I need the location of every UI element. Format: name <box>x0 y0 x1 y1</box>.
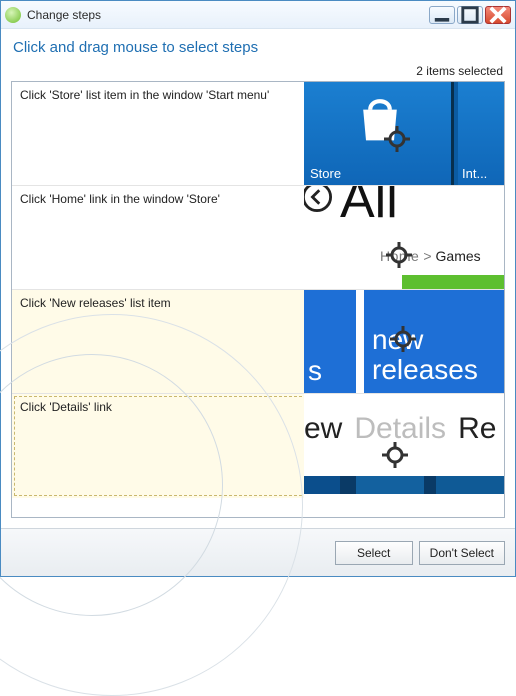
step-thumbnail: All Home > Games <box>304 186 504 289</box>
client-area: Click and drag mouse to select steps 2 i… <box>1 29 515 528</box>
target-crosshair-icon <box>382 442 408 468</box>
step-description: Click 'Home' link in the window 'Store' <box>12 186 304 289</box>
step-row[interactable]: Click 'Store' list item in the window 'S… <box>12 82 504 186</box>
target-crosshair-icon <box>386 242 412 268</box>
target-crosshair-icon <box>384 126 410 152</box>
target-crosshair-icon <box>390 326 416 352</box>
text-fragment-ew: ew <box>304 412 342 446</box>
breadcrumb-games: Games <box>436 248 481 264</box>
footer: Select Don't Select <box>1 528 515 576</box>
step-row[interactable]: Click 'Details' link ew Details Re <box>12 394 504 498</box>
window-title: Change steps <box>27 8 429 22</box>
select-button[interactable]: Select <box>335 541 413 565</box>
change-steps-window: Change steps Click and drag mouse to sel… <box>0 0 516 577</box>
instruction-text: Click and drag mouse to select steps <box>11 37 505 64</box>
green-bar <box>402 275 504 289</box>
thumbnail-bottom-strip <box>304 476 504 494</box>
step-description: Click 'Store' list item in the window 'S… <box>12 82 304 185</box>
selection-count: 2 items selected <box>11 64 505 81</box>
step-thumbnail: Store Int... <box>304 82 504 185</box>
text-fragment-re: Re <box>458 412 496 446</box>
titlebar[interactable]: Change steps <box>1 1 515 29</box>
step-row[interactable]: Click 'New releases' list item s new rel… <box>12 290 504 394</box>
heading-text: All <box>340 186 398 230</box>
breadcrumb-separator: > <box>423 248 431 264</box>
step-thumbnail: s new releases <box>304 290 504 393</box>
maximize-button[interactable] <box>457 6 483 24</box>
steps-list[interactable]: Click 'Store' list item in the window 'S… <box>11 81 505 518</box>
step-row[interactable]: Click 'Home' link in the window 'Store' … <box>12 186 504 290</box>
back-arrow-icon <box>304 186 334 214</box>
step-description: Click 'Details' link <box>12 394 304 498</box>
app-icon <box>5 7 21 23</box>
dont-select-button[interactable]: Don't Select <box>419 541 505 565</box>
minimize-button[interactable] <box>429 6 455 24</box>
text-details: Details <box>354 412 446 446</box>
tile-text-releases: releases <box>372 354 478 386</box>
step-description: Click 'New releases' list item <box>12 290 304 393</box>
tile-label: Store <box>310 166 341 181</box>
step-thumbnail: ew Details Re <box>304 394 504 498</box>
tile-text-fragment: s <box>308 355 322 387</box>
tile-label: Int... <box>462 166 487 181</box>
close-button[interactable] <box>485 6 511 24</box>
